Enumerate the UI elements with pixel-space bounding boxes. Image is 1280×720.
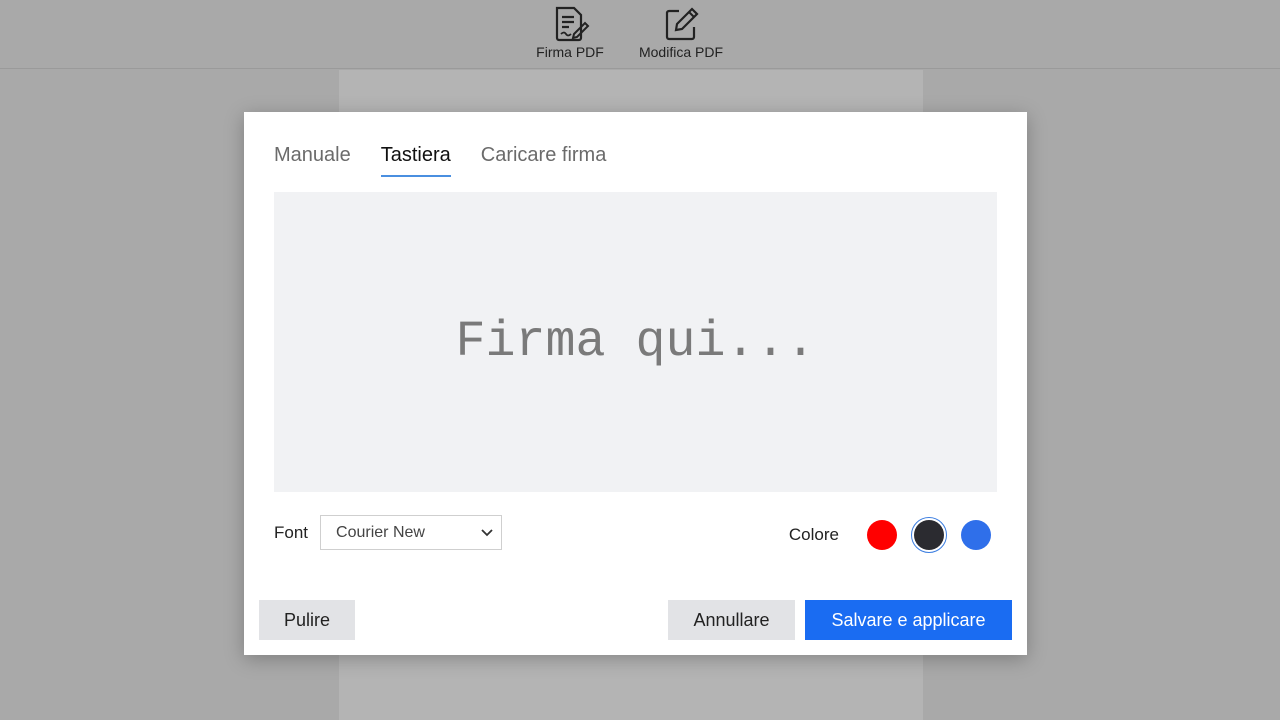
tab-keyboard[interactable]: Tastiera	[380, 143, 451, 177]
color-swatch-red[interactable]	[864, 517, 900, 553]
color-row: Colore	[789, 517, 994, 553]
save-apply-button[interactable]: Salvare e applicare	[805, 600, 1012, 640]
font-select[interactable]: Courier New	[320, 515, 503, 550]
signature-area	[274, 192, 997, 492]
signature-tabs: Manuale Tastiera Caricare firma	[274, 143, 606, 179]
color-label: Colore	[788, 525, 839, 544]
edit-pdf-label: Modifica PDF	[638, 44, 724, 60]
signature-dialog: Manuale Tastiera Caricare firma Font Cou…	[244, 112, 1027, 655]
top-toolbar: Firma PDF Modifica PDF	[0, 0, 1280, 69]
sign-pdf-button[interactable]: Firma PDF	[532, 4, 608, 60]
tab-upload-signature[interactable]: Caricare firma	[481, 143, 607, 177]
font-row: Font Courier New	[274, 515, 503, 550]
color-swatch-red-fill	[867, 520, 897, 550]
color-swatch-blue-fill	[961, 520, 991, 550]
font-label: Font	[274, 522, 309, 542]
font-select-value: Courier New	[336, 523, 425, 541]
color-swatch-blue[interactable]	[958, 517, 994, 553]
color-swatch-black[interactable]	[911, 517, 947, 553]
edit-pencil-icon	[665, 7, 699, 41]
color-swatch-black-fill	[914, 520, 944, 550]
signature-input[interactable]	[274, 313, 997, 371]
chevron-down-icon	[481, 528, 493, 536]
cancel-button[interactable]: Annullare	[668, 600, 795, 640]
sign-document-icon	[555, 6, 590, 42]
clear-button[interactable]: Pulire	[259, 600, 355, 640]
edit-pdf-button[interactable]: Modifica PDF	[633, 4, 729, 60]
sign-pdf-label: Firma PDF	[536, 44, 604, 60]
tab-manual[interactable]: Manuale	[274, 143, 351, 177]
